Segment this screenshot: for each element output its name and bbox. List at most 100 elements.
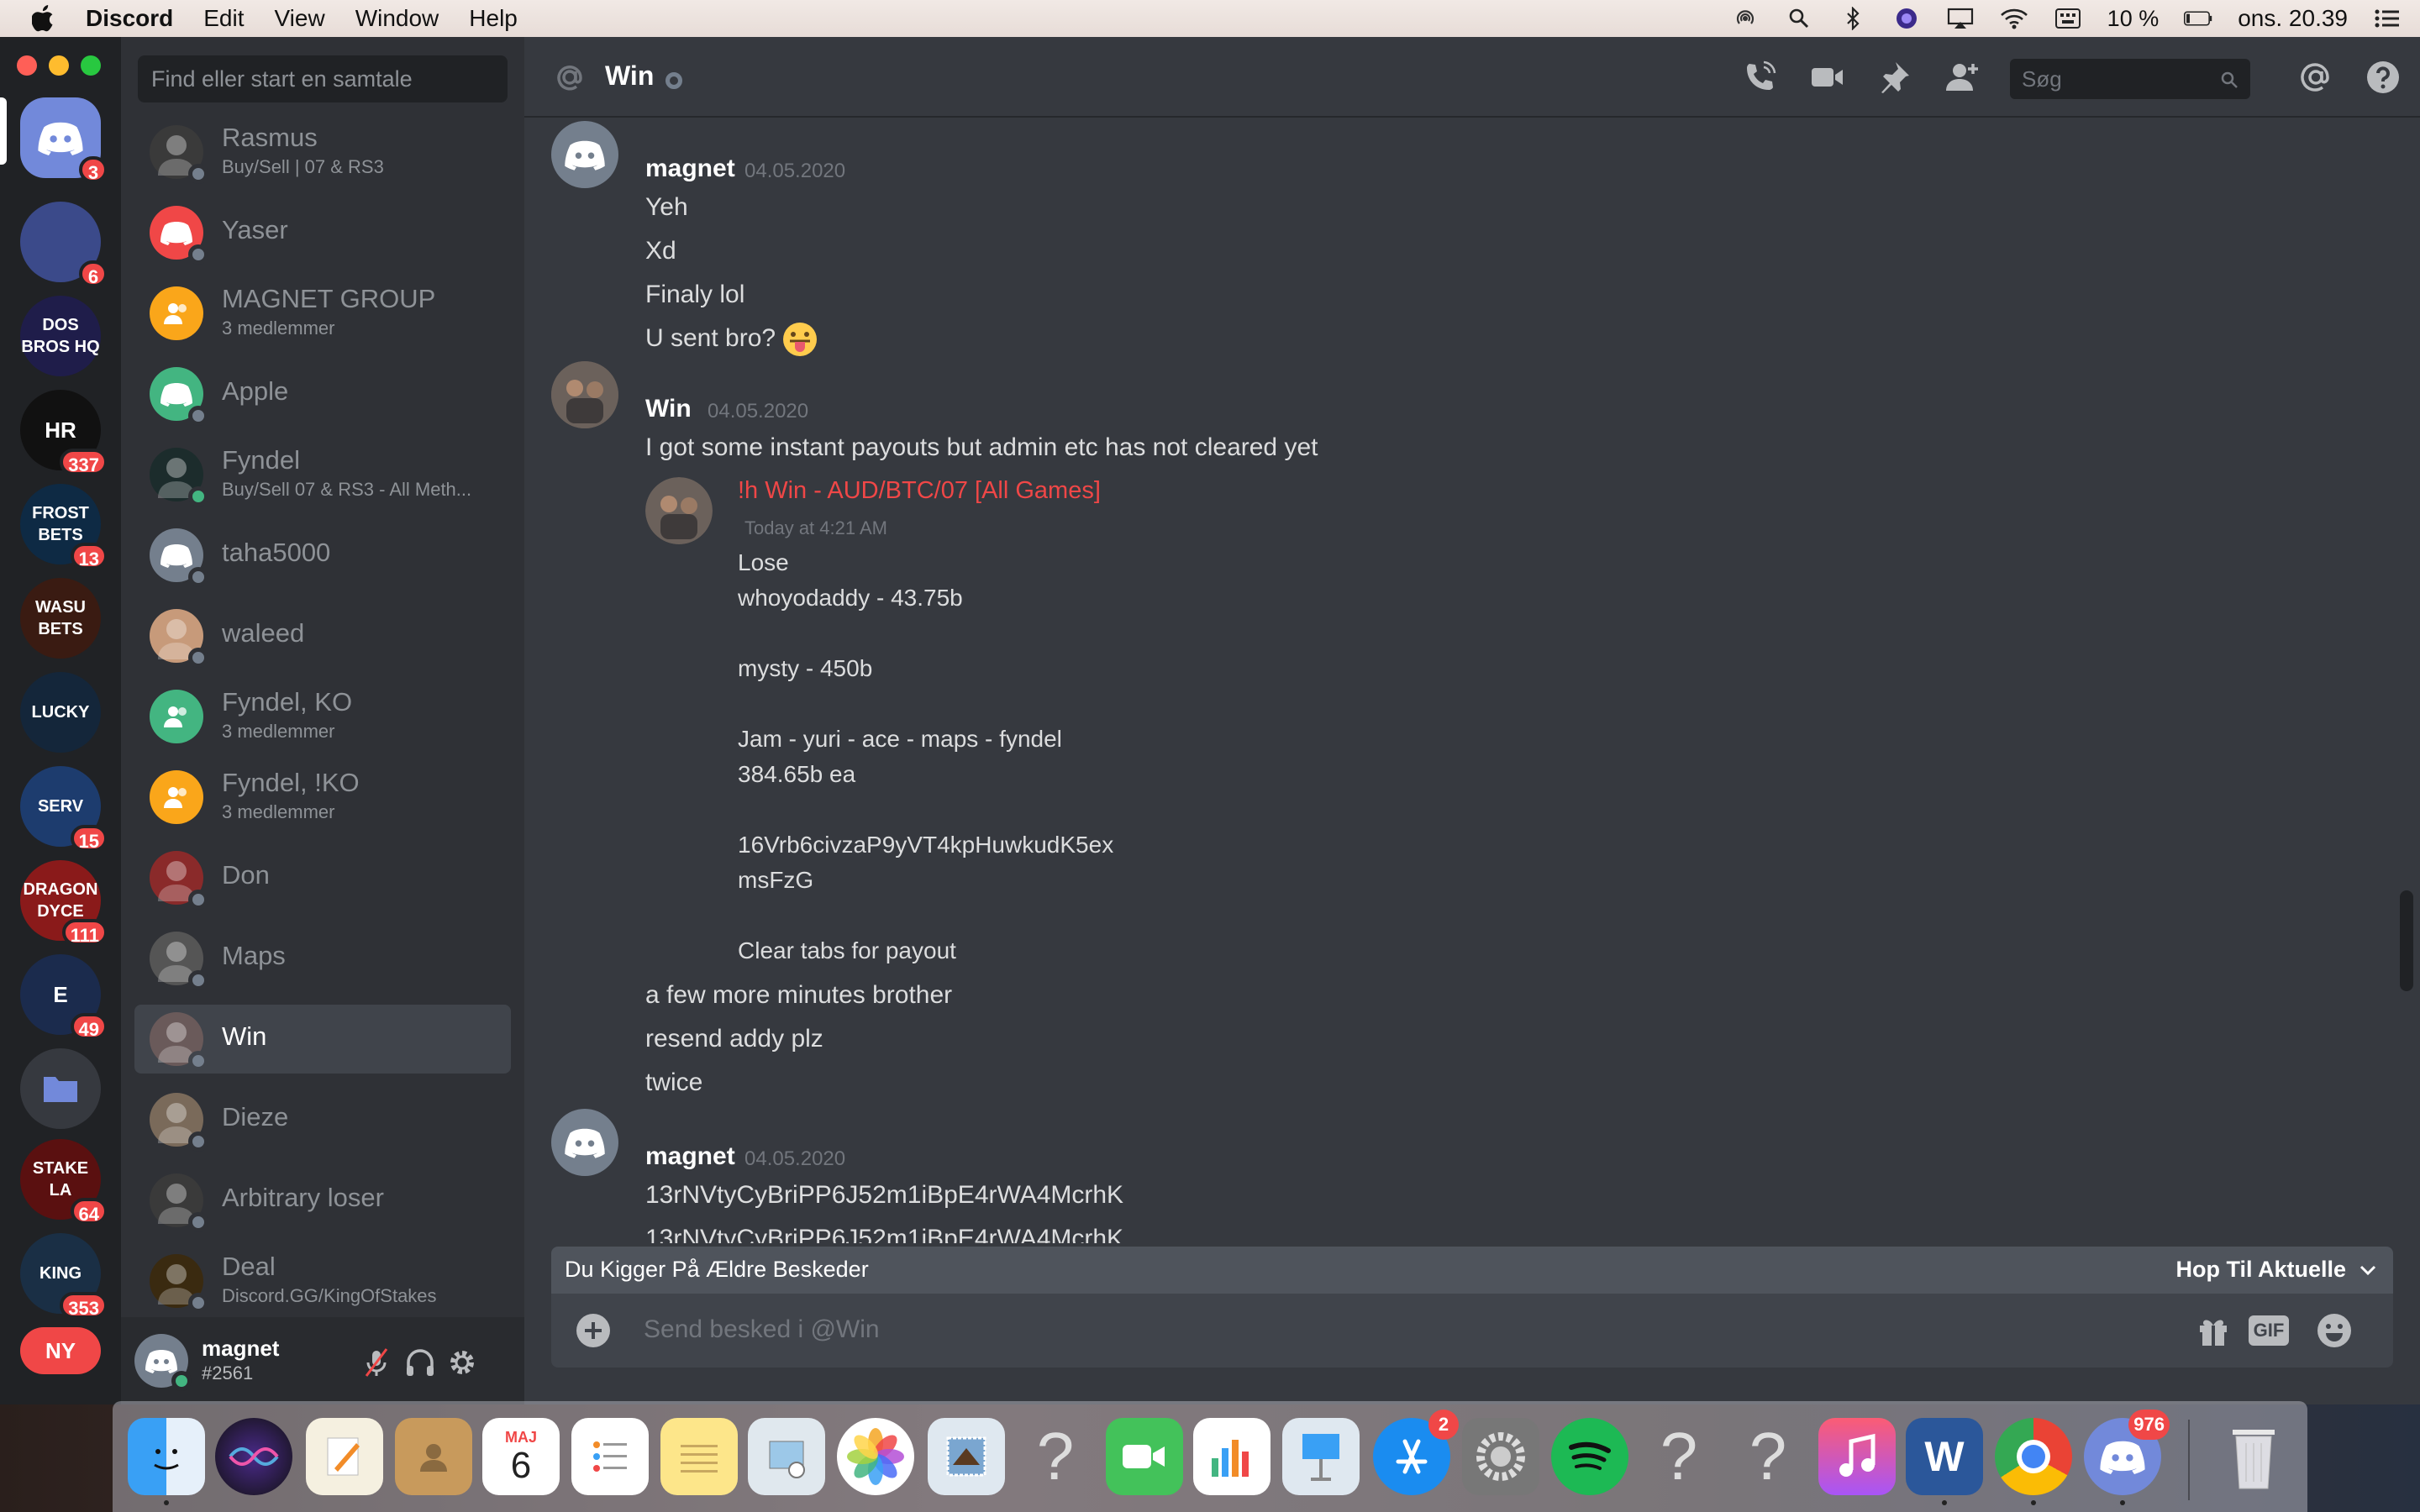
server-folder[interactable] — [20, 1048, 101, 1129]
menu-window[interactable]: Window — [355, 5, 439, 32]
mail-app-icon[interactable] — [928, 1418, 1005, 1495]
wifi-icon[interactable] — [2000, 7, 2028, 30]
airdrop-icon[interactable] — [1731, 7, 1760, 30]
menu-view[interactable]: View — [275, 5, 325, 32]
vpn-icon[interactable] — [1892, 7, 1921, 30]
word-app-icon[interactable]: W — [1906, 1418, 1983, 1495]
keyboard-input-icon[interactable] — [2054, 7, 2082, 30]
keynote-app-icon[interactable] — [1282, 1418, 1360, 1495]
reminders-app-icon[interactable] — [571, 1418, 649, 1495]
dm-item[interactable]: Don — [134, 843, 511, 912]
photos-app-icon[interactable] — [837, 1418, 914, 1495]
battery-icon[interactable] — [2184, 7, 2212, 30]
dm-item[interactable]: Deal Discord.GG/KingOfStakes — [134, 1247, 511, 1310]
server-icon[interactable]: STAKE LA 64 — [20, 1139, 108, 1225]
server-icon[interactable]: DOS BROS HQ — [20, 296, 101, 376]
clock[interactable]: ons. 20.39 — [2238, 5, 2348, 32]
message-author[interactable]: magnet — [645, 155, 735, 183]
zoom-window-button[interactable] — [81, 55, 101, 76]
message-search-input[interactable]: Søg — [2010, 59, 2250, 99]
numbers-app-icon[interactable] — [1193, 1418, 1270, 1495]
server-icon[interactable]: KING 353 — [20, 1233, 108, 1319]
video-call-icon[interactable] — [1808, 59, 1845, 96]
calendar-app-icon[interactable]: MAJ 6 — [482, 1418, 560, 1495]
gift-icon[interactable] — [2195, 1312, 2232, 1349]
minimize-window-button[interactable] — [49, 55, 69, 76]
pinned-messages-icon[interactable] — [1876, 59, 1912, 96]
dm-item[interactable]: MAGNET GROUP 3 medlemmer — [134, 279, 511, 348]
dm-item[interactable]: waleed — [134, 601, 511, 670]
chrome-app-icon[interactable] — [1995, 1418, 2072, 1495]
spotlight-search-icon[interactable] — [1785, 7, 1813, 30]
server-icon[interactable]: E 49 — [20, 954, 108, 1040]
dm-item[interactable]: Fyndel, !KO 3 medlemmer — [134, 763, 511, 832]
find-conversation-input[interactable]: Find eller start en samtale — [138, 55, 508, 102]
close-window-button[interactable] — [17, 55, 37, 76]
menu-app-name[interactable]: Discord — [86, 5, 173, 32]
message-author-avatar[interactable] — [551, 1109, 618, 1176]
airplay-icon[interactable] — [1946, 7, 1975, 30]
upload-plus-icon[interactable] — [575, 1312, 612, 1349]
server-icon[interactable]: 6 — [20, 202, 108, 287]
mentions-icon[interactable] — [2297, 59, 2334, 96]
unknown-app-icon[interactable]: ? — [1729, 1418, 1807, 1495]
pages-app-icon[interactable] — [306, 1418, 383, 1495]
dm-item[interactable]: Rasmus Buy/Sell | 07 & RS3 — [134, 118, 511, 186]
notification-center-icon[interactable] — [2373, 7, 2402, 30]
embed-title[interactable]: !h Win - AUD/BTC/07 [All Games] — [738, 477, 1101, 505]
preview-app-icon[interactable] — [748, 1418, 825, 1495]
message-author-avatar[interactable] — [551, 361, 618, 428]
gif-picker-button[interactable]: GIF — [2249, 1315, 2289, 1346]
dm-item[interactable]: Maps — [134, 924, 511, 993]
notes-app-icon[interactable] — [660, 1418, 738, 1495]
message-text: 13rNVtyCyBriPP6J52m1iBpE4rWA4McrhK — [645, 1225, 1124, 1243]
menu-help[interactable]: Help — [469, 5, 518, 32]
facetime-app-icon[interactable] — [1106, 1418, 1183, 1495]
message-author[interactable]: Win — [645, 395, 692, 423]
unknown-app-icon[interactable]: ? — [1017, 1418, 1094, 1495]
dm-name: Deal — [222, 1252, 276, 1281]
message-author-avatar[interactable] — [551, 121, 618, 188]
system-preferences-app-icon[interactable] — [1462, 1418, 1539, 1495]
apple-icon[interactable] — [32, 5, 55, 32]
jump-to-present-button[interactable]: Hop Til Aktuelle — [2175, 1257, 2346, 1283]
finder-app-icon[interactable] — [128, 1418, 205, 1495]
dm-item[interactable]: Arbitrary loser — [134, 1166, 511, 1235]
dm-item[interactable]: Fyndel Buy/Sell 07 & RS3 - All Meth... — [134, 440, 511, 509]
message-input[interactable]: Send besked i @Win — [644, 1315, 880, 1344]
message-author[interactable]: magnet — [645, 1142, 735, 1171]
dm-item[interactable]: Yaser — [134, 198, 511, 267]
server-icon[interactable]: SERV 15 — [20, 766, 108, 852]
server-icon[interactable]: NY — [20, 1327, 101, 1374]
settings-gear-icon[interactable] — [445, 1346, 479, 1379]
unknown-app-icon[interactable]: ? — [1640, 1418, 1718, 1495]
mute-microphone-icon[interactable] — [360, 1346, 393, 1379]
dm-item[interactable]: taha5000 — [134, 521, 511, 590]
dm-item[interactable]: Fyndel, KO 3 medlemmer — [134, 682, 511, 751]
headphones-icon[interactable] — [403, 1346, 437, 1379]
dm-item[interactable]: Win — [134, 1005, 511, 1074]
server-icon[interactable]: WASU BETS — [20, 578, 101, 659]
server-icon[interactable]: LUCKY — [20, 672, 101, 753]
dm-item[interactable]: Apple — [134, 360, 511, 428]
home-direct-messages[interactable]: 3 — [20, 97, 108, 183]
help-icon[interactable] — [2365, 59, 2402, 96]
voice-call-icon[interactable] — [1741, 59, 1778, 96]
contacts-app-icon[interactable] — [395, 1418, 472, 1495]
app-store-app-icon[interactable]: 2 — [1373, 1410, 1459, 1495]
spotify-app-icon[interactable] — [1551, 1418, 1628, 1495]
discord-app-icon[interactable]: 976 — [2084, 1410, 2170, 1495]
emoji-picker-icon[interactable] — [2316, 1312, 2353, 1349]
menu-edit[interactable]: Edit — [203, 5, 244, 32]
message-scrollbar[interactable] — [2400, 890, 2413, 991]
itunes-app-icon[interactable] — [1818, 1418, 1896, 1495]
add-friends-to-dm-icon[interactable] — [1943, 59, 1980, 96]
trash-icon[interactable] — [2215, 1418, 2292, 1495]
siri-app-icon[interactable] — [215, 1418, 292, 1495]
server-icon[interactable]: HR 337 — [20, 390, 108, 475]
bluetooth-icon[interactable] — [1839, 7, 1867, 30]
server-icon[interactable]: DRAGON DYCE 111 — [20, 860, 108, 946]
server-icon[interactable]: FROST BETS 13 — [20, 484, 108, 570]
chevron-down-icon[interactable] — [2358, 1260, 2378, 1280]
dm-item[interactable]: Dieze — [134, 1085, 511, 1154]
